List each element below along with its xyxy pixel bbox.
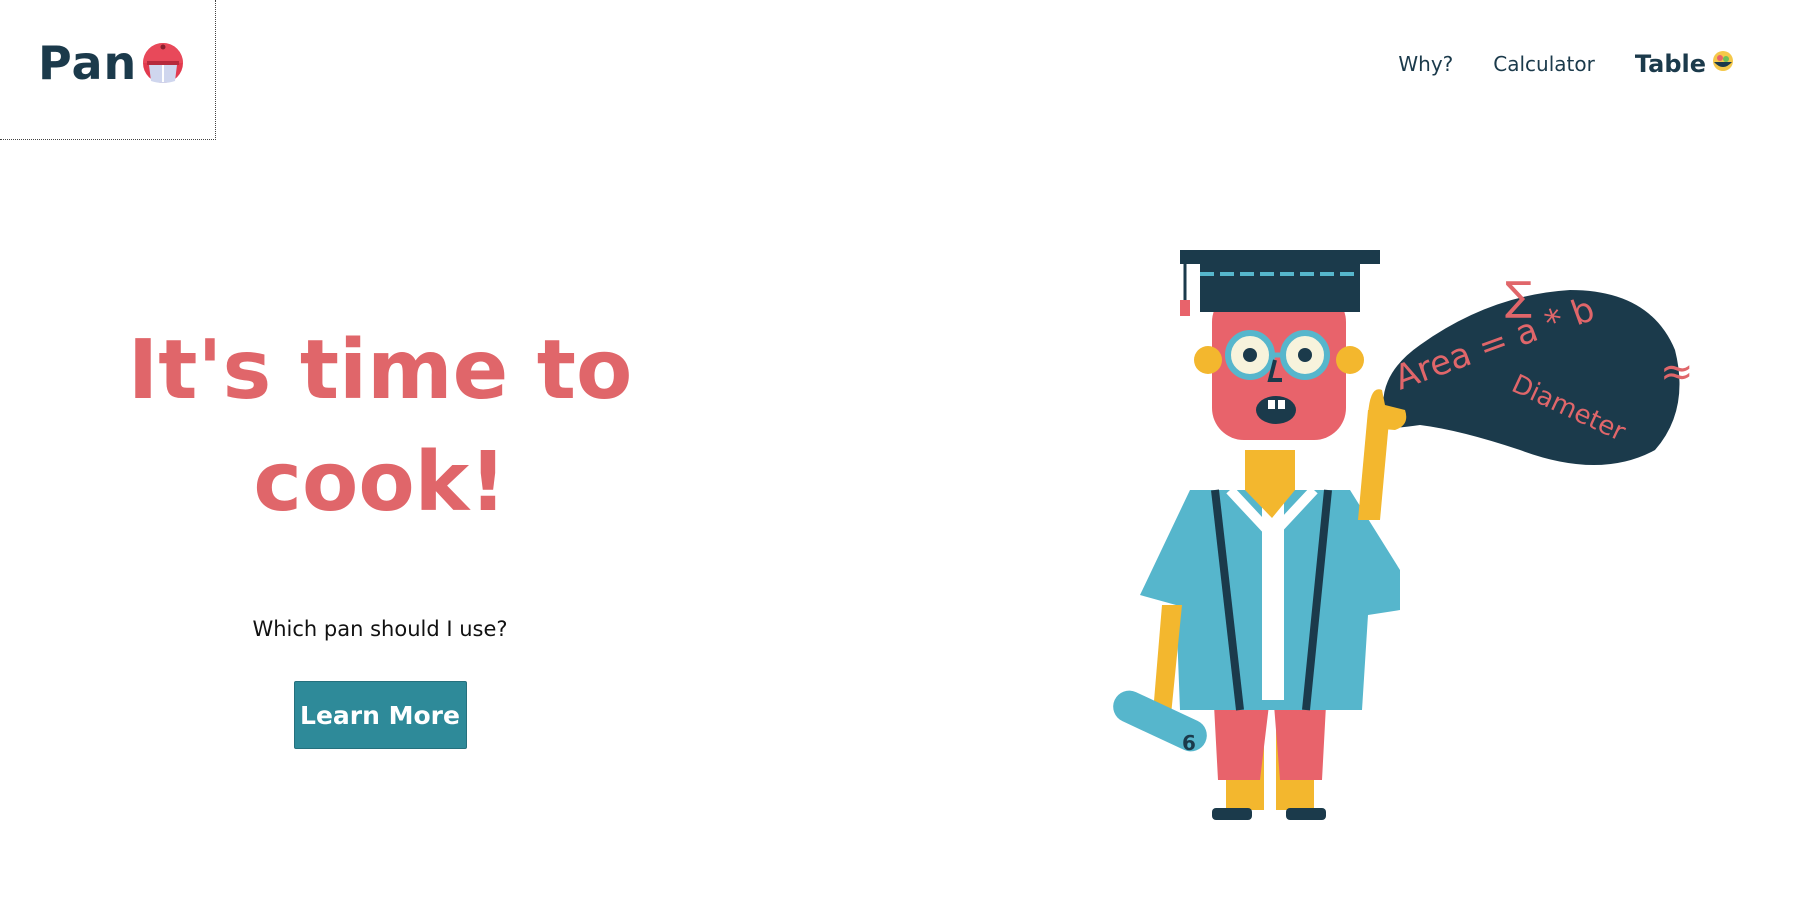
page: Pan Why? Calculator Table It's time to c… [0, 0, 1798, 911]
food-bowl-icon [1712, 50, 1734, 78]
hero-title: It's time to cook! [110, 315, 650, 539]
nav-link-table-label: Table [1634, 50, 1706, 78]
approx-symbol: ≈ [1660, 349, 1694, 395]
learn-more-button[interactable]: Learn More [293, 681, 467, 749]
scroll-number: 6 [1182, 731, 1196, 755]
hero-title-line-2: cook! [253, 435, 507, 530]
graduate-illustration: Area = a * b Diameter ∑ ≈ 6 [1100, 250, 1720, 850]
speech-bubble: Area = a * b Diameter ∑ ≈ [1383, 274, 1694, 465]
logo-text: Pan [38, 36, 138, 90]
main-nav: Why? Calculator Table [1398, 50, 1734, 78]
logo-container: Pan [0, 0, 216, 140]
hero-title-line-1: It's time to [127, 323, 633, 418]
graduate-head [1194, 290, 1364, 440]
nav-link-why[interactable]: Why? [1398, 52, 1453, 76]
sigma-symbol: ∑ [1505, 274, 1532, 320]
red-pot-icon [141, 41, 185, 85]
graduation-cap-icon [1180, 250, 1380, 316]
logo-link[interactable]: Pan [38, 40, 185, 86]
hero-subtitle: Which pan should I use? [252, 617, 508, 641]
nav-link-table[interactable]: Table [1635, 50, 1734, 78]
hero-section: It's time to cook! Which pan should I us… [110, 315, 650, 749]
nav-link-calculator[interactable]: Calculator [1493, 52, 1595, 76]
